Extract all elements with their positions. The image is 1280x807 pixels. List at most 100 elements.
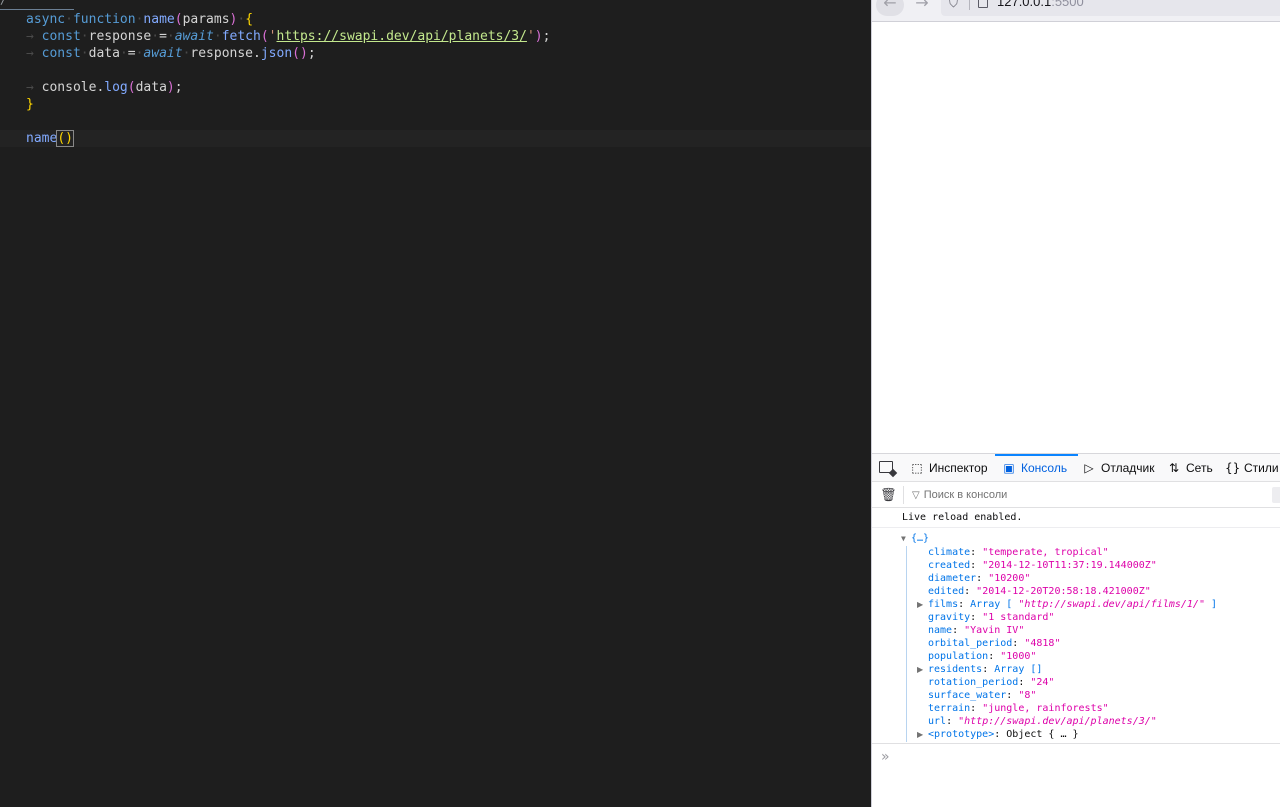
expand-arrow-icon[interactable]: ▶ [917, 663, 923, 676]
console-filter-input[interactable]: ▽ Поиск в консоли [912, 482, 1007, 508]
property-key: rotation_period [928, 677, 1019, 688]
tracking-shield-icon[interactable]: ⛉ [949, 0, 958, 11]
code-token: () [292, 46, 308, 61]
object-property-row: name: "Yavin IV" [928, 624, 1024, 637]
code-token: · [151, 29, 160, 44]
code-token: name [143, 12, 175, 27]
console-input[interactable]: » [872, 745, 1280, 807]
page-info-icon[interactable] [978, 0, 988, 8]
code-line[interactable]: name() [0, 130, 871, 147]
code-token: · [237, 12, 246, 27]
code-token: ; [542, 29, 551, 44]
url-text[interactable]: 127.0.0.1:5500 [997, 0, 1084, 10]
code-line[interactable]: → const·response·=·await·fetch('https://… [0, 28, 871, 45]
code-token: ' [526, 29, 535, 44]
property-key: terrain [928, 703, 971, 714]
property-key: population [928, 651, 989, 662]
property-key: orbital_period [928, 638, 1013, 649]
styles-icon: {} [1225, 461, 1241, 475]
property-colon: : [970, 560, 983, 571]
debugger-icon: ▷ [1084, 461, 1094, 475]
object-property-row[interactable]: ▶ residents: Array [] [917, 663, 1042, 676]
tab-network[interactable]: ⇅ Сеть [1167, 454, 1213, 482]
expand-arrow-icon[interactable]: ▶ [917, 598, 923, 611]
object-property-row[interactable]: ▶ <prototype>: Object { … } [917, 728, 1079, 741]
property-value: "jungle, rainforests" [982, 703, 1109, 714]
code-line-text: } [26, 96, 34, 113]
tab-styles[interactable]: {} Стили [1225, 454, 1279, 482]
collapse-arrow-icon[interactable]: ▼ [901, 532, 911, 545]
object-property-row: population: "1000" [928, 650, 1036, 663]
property-colon: : [1006, 690, 1019, 701]
property-key: created [928, 560, 971, 571]
code-line[interactable]: async·function·name(params)·{ [0, 11, 871, 28]
code-token: console [41, 80, 97, 95]
code-token: async [26, 12, 66, 27]
property-colon: : [952, 625, 965, 636]
object-property-row: edited: "2014-12-20T20:58:18.421000Z" [928, 585, 1151, 598]
code-token: await [143, 46, 183, 61]
tab-debugger[interactable]: ▷ Отладчик [1082, 454, 1154, 482]
element-picker-icon[interactable] [879, 461, 893, 473]
back-button[interactable]: ← [876, 0, 904, 16]
code-token: data [88, 46, 120, 61]
tree-guide-line [906, 546, 907, 742]
code-token: ; [174, 80, 183, 95]
code-line[interactable]: → const·data·=·await·response.json(); [0, 45, 871, 62]
property-key: gravity [928, 612, 971, 623]
property-colon: : [976, 573, 989, 584]
editor-tab-underline [0, 9, 74, 10]
tab-network-label: Сеть [1186, 461, 1213, 475]
property-key: url [928, 716, 947, 727]
tab-console[interactable]: ▣ Консоль [995, 454, 1078, 482]
property-array-close: ] [1204, 599, 1218, 610]
code-token: · [80, 46, 89, 61]
object-root[interactable]: ▼ {…} [901, 532, 929, 545]
code-line-text: → const·data·=·await·response.json(); [26, 45, 316, 62]
property-value: "2014-12-10T11:37:19.144000Z" [982, 560, 1157, 571]
url-bar-separator [969, 0, 970, 10]
code-token: ' [268, 29, 277, 44]
property-key: name [928, 625, 953, 636]
property-colon: : [958, 599, 971, 610]
code-line[interactable] [0, 113, 871, 130]
code-line[interactable]: → console.log(data); [0, 79, 871, 96]
code-token: = [127, 46, 136, 61]
page-viewport[interactable] [872, 22, 1280, 453]
property-value: "2014-12-20T20:58:18.421000Z" [976, 586, 1151, 597]
code-token: () [56, 130, 74, 147]
console-object-tree[interactable]: ▼ {…} climate: "temperate, tropical" creat… [872, 530, 1280, 744]
inspector-icon: ⬚ [911, 461, 923, 475]
browser-window: ← → ⛉ 127.0.0.1:5500 ⬚ Инспектор ▣ Консоль… [871, 0, 1280, 807]
code-token: ; [307, 46, 316, 61]
code-token: · [213, 29, 222, 44]
property-colon: : [1012, 638, 1025, 649]
code-token: response [190, 46, 254, 61]
object-property-row[interactable]: ▶ films: Array [ "http://swapi.dev/api/fi… [917, 598, 1218, 611]
tab-console-label: Консоль [1021, 461, 1068, 475]
code-line[interactable]: } [0, 96, 871, 113]
filter-separator [903, 486, 904, 504]
code-token: data [135, 80, 167, 95]
code-editor[interactable]: / async·function·name(params)·{→ const·r… [0, 0, 871, 807]
object-property-row: gravity: "1 standard" [928, 611, 1054, 624]
trash-icon[interactable]: 🗑 [880, 488, 897, 503]
property-value: "temperate, tropical" [982, 547, 1109, 558]
property-value: "4818" [1024, 638, 1061, 649]
property-value: "1000" [1000, 651, 1037, 662]
code-token: · [119, 46, 128, 61]
property-colon: : [994, 729, 1007, 740]
tab-inspector[interactable]: ⬚ Инспектор [910, 454, 987, 482]
url-bar[interactable]: ⛉ 127.0.0.1:5500 [941, 0, 1280, 16]
forward-button[interactable]: → [908, 0, 936, 16]
code-token: https://swapi.dev/api/planets/3/ [276, 29, 527, 44]
console-filter-bar: 🗑 ▽ Поиск в консоли [872, 482, 1280, 508]
filter-options-button[interactable] [1272, 487, 1280, 503]
code-line[interactable] [0, 62, 871, 79]
expand-arrow-icon[interactable]: ▶ [917, 728, 923, 741]
property-colon: : [982, 664, 995, 675]
property-key: residents [928, 664, 983, 675]
code-token: function [72, 12, 136, 27]
property-value: Object { … } [1006, 729, 1079, 740]
code-token: . [253, 46, 261, 61]
